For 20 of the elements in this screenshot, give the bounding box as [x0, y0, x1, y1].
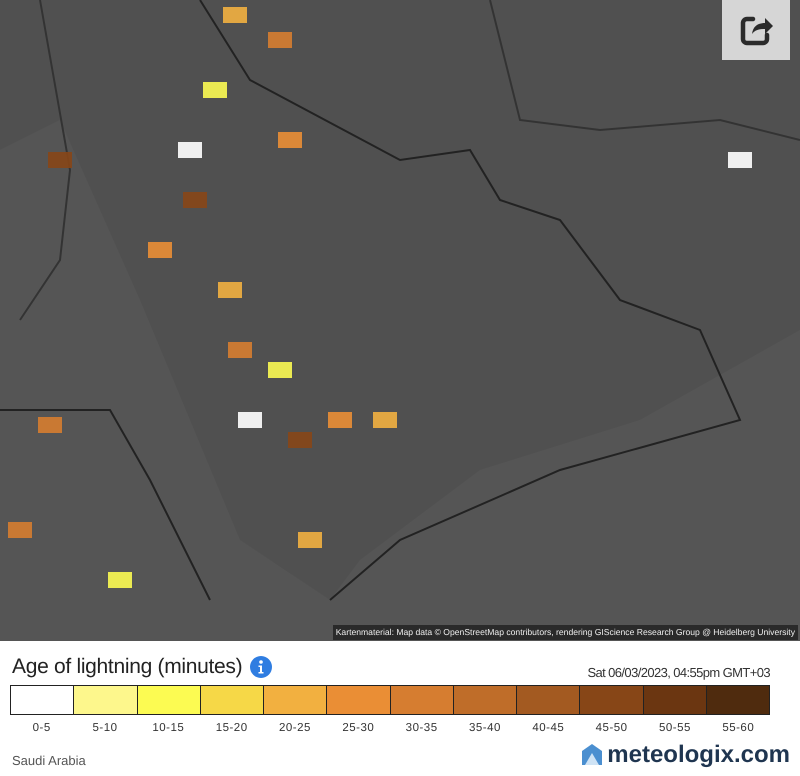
legend-label: 55-60: [721, 720, 756, 736]
brand-name: meteologix.com: [607, 742, 790, 767]
legend-label: 35-40: [468, 720, 502, 736]
region-label: Saudi Arabia: [12, 754, 86, 767]
legend-label: 30-35: [404, 720, 439, 736]
legend-label: 0-5: [32, 720, 52, 736]
legend-title: Age of lightning (minutes): [12, 654, 242, 680]
map-attribution: Kartenmaterial: Map data © OpenStreetMap contributors, rendering GIScience Research Group @ Heidelberg University: [332, 625, 798, 640]
timestamp: Sat 06/03/2023, 04:55pm GMT+03: [587, 664, 770, 682]
legend-label: 10-15: [151, 720, 186, 736]
legend-label: 45-50: [594, 720, 629, 736]
legend-label: 20-25: [278, 720, 312, 736]
share-button[interactable]: [722, 0, 790, 60]
legend-label: 25-30: [341, 720, 376, 736]
legend-label: 15-20: [214, 720, 249, 736]
legend-label: 40-45: [531, 720, 566, 736]
logo-icon: [581, 742, 604, 767]
info-icon[interactable]: [250, 656, 272, 678]
legend-label: 50-55: [658, 720, 692, 736]
legend-label: 5-10: [91, 720, 118, 736]
